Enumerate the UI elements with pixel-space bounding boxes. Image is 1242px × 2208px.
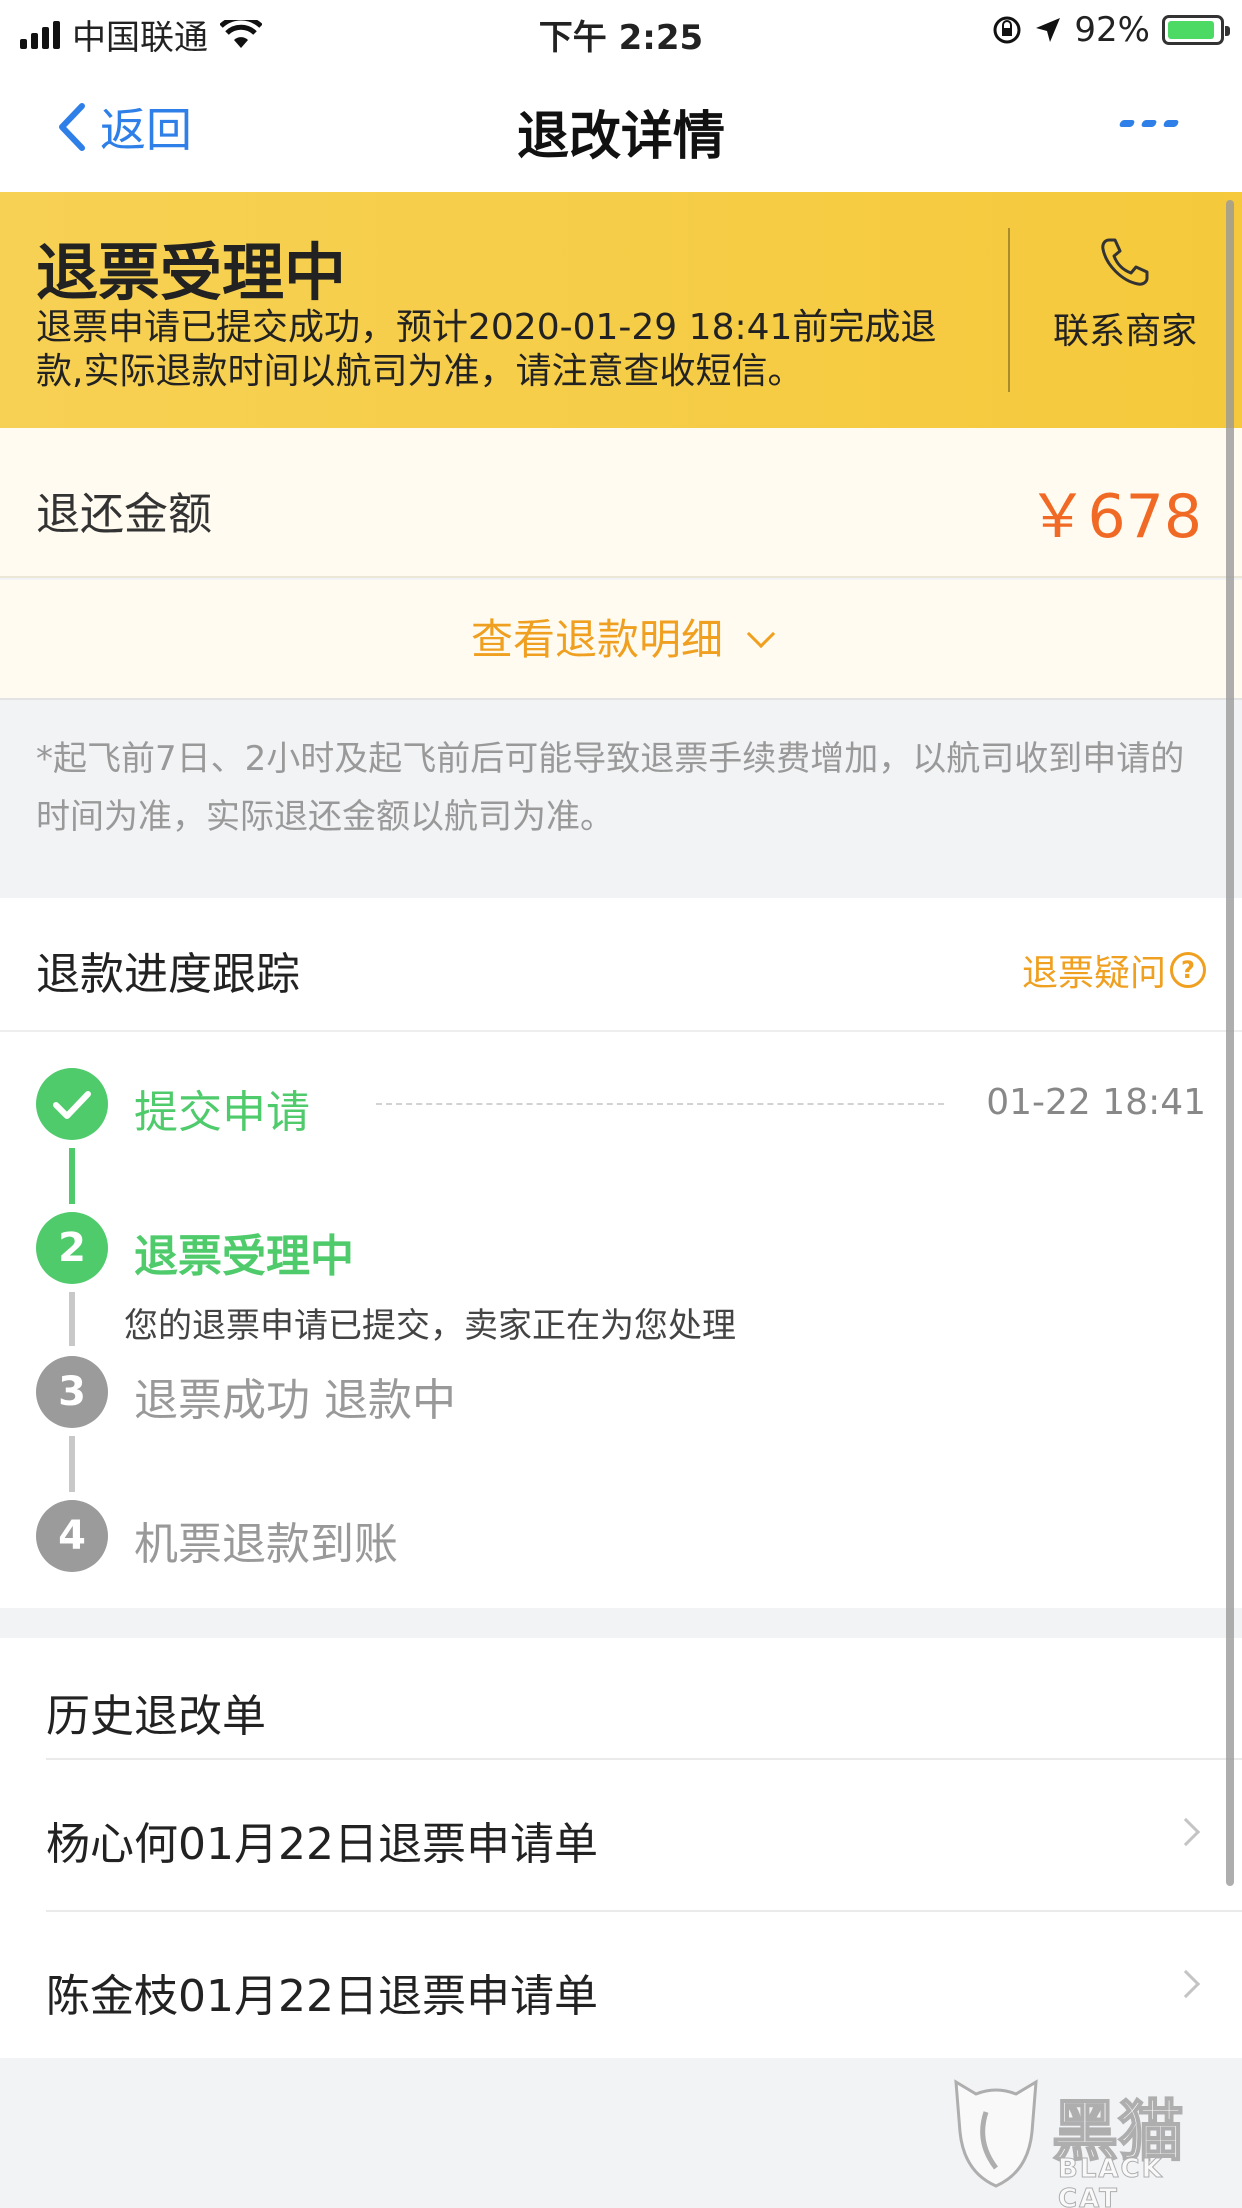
question-label: 退票疑问: [1021, 953, 1166, 994]
step-2-badge: 2: [36, 1212, 108, 1284]
step-3-badge: 3: [36, 1356, 108, 1428]
fee-note: *起飞前7日、2小时及起飞前后可能导致退票手续费增加，以航司收到申请的时间为准，…: [36, 739, 1185, 837]
chevron-right-icon: [1171, 1969, 1201, 1999]
history-title: 历史退改单: [46, 1691, 266, 1742]
cat-logo-icon: [954, 2079, 1038, 2188]
nav-bar: 返回 退改详情: [0, 64, 1242, 192]
contact-merchant-label: 联系商家: [1052, 311, 1197, 352]
step-1-label: 提交申请: [134, 1087, 310, 1138]
location-icon: [1036, 18, 1061, 42]
history-item-label: 陈金枝01月22日退票申请单: [46, 1971, 598, 2022]
battery-icon: [1162, 15, 1230, 45]
step-4-badge: 4: [36, 1500, 108, 1572]
status-bar: 中国联通 下午 2:25 92%: [0, 0, 1242, 64]
banner-divider: [1008, 228, 1010, 392]
battery-fill: [1168, 21, 1214, 39]
question-icon: ?: [1170, 952, 1206, 988]
page-title: 退改详情: [516, 107, 725, 167]
refund-amount-row: 退还金额 ￥678: [0, 428, 1242, 578]
progress-header: 退款进度跟踪 退票疑问 ?: [0, 898, 1242, 1032]
step-connector-1: [69, 1148, 75, 1204]
step-3-label: 退票成功 退款中: [134, 1375, 456, 1426]
status-right: 92%: [992, 10, 1230, 50]
banner-title: 退票受理中: [36, 236, 347, 309]
step-1-check-icon: [36, 1068, 108, 1140]
refund-amount-label: 退还金额: [36, 489, 212, 540]
watermark: 黑猫 BLACK CAT: [946, 2068, 1226, 2208]
chevron-down-icon: [746, 619, 776, 649]
orientation-lock-icon: [993, 16, 1021, 44]
page: 中国联通 下午 2:25 92% 返回 退改详情 退票受理中 退票申请已提交成功…: [0, 0, 1242, 2208]
battery-percent: 92%: [1074, 10, 1150, 50]
chevron-right-icon: [1171, 1817, 1201, 1847]
history-item[interactable]: 杨心何01月22日退票申请单: [46, 1758, 1242, 1910]
history-card: 历史退改单 杨心何01月22日退票申请单 陈金枝01月22日退票申请单: [0, 1638, 1242, 2058]
history-item[interactable]: 陈金枝01月22日退票申请单: [46, 1910, 1242, 2062]
refund-detail-link[interactable]: 查看退款明细: [0, 580, 1242, 700]
watermark-subtext: BLACK CAT: [1058, 2154, 1164, 2208]
step-1-dashed-line: [376, 1103, 944, 1105]
refund-amount-value: ￥678: [1027, 482, 1202, 552]
history-item-label: 杨心何01月22日退票申请单: [46, 1819, 598, 1870]
step-2-description: 您的退票申请已提交，卖家正在为您处理: [124, 1306, 736, 1346]
step-connector-3: [69, 1436, 75, 1492]
scrollbar[interactable]: [1226, 200, 1234, 1886]
step-2-label: 退票受理中: [134, 1231, 354, 1282]
step-4-label: 机票退款到账: [134, 1519, 398, 1570]
phone-icon: [1101, 238, 1149, 286]
status-banner: 退票受理中 退票申请已提交成功，预计2020-01-29 18:41前完成退款,…: [0, 192, 1242, 428]
progress-title: 退款进度跟踪: [36, 949, 300, 1000]
contact-merchant-button[interactable]: 联系商家: [1040, 232, 1210, 354]
refund-detail-label: 查看退款明细: [470, 615, 723, 664]
step-connector-2: [69, 1292, 75, 1346]
ellipsis-icon[interactable]: [1118, 120, 1180, 127]
step-1-time: 01-22 18:41: [986, 1082, 1206, 1123]
banner-description: 退票申请已提交成功，预计2020-01-29 18:41前完成退款,实际退款时间…: [36, 307, 937, 392]
refund-question-link[interactable]: 退票疑问 ?: [1022, 944, 1206, 996]
